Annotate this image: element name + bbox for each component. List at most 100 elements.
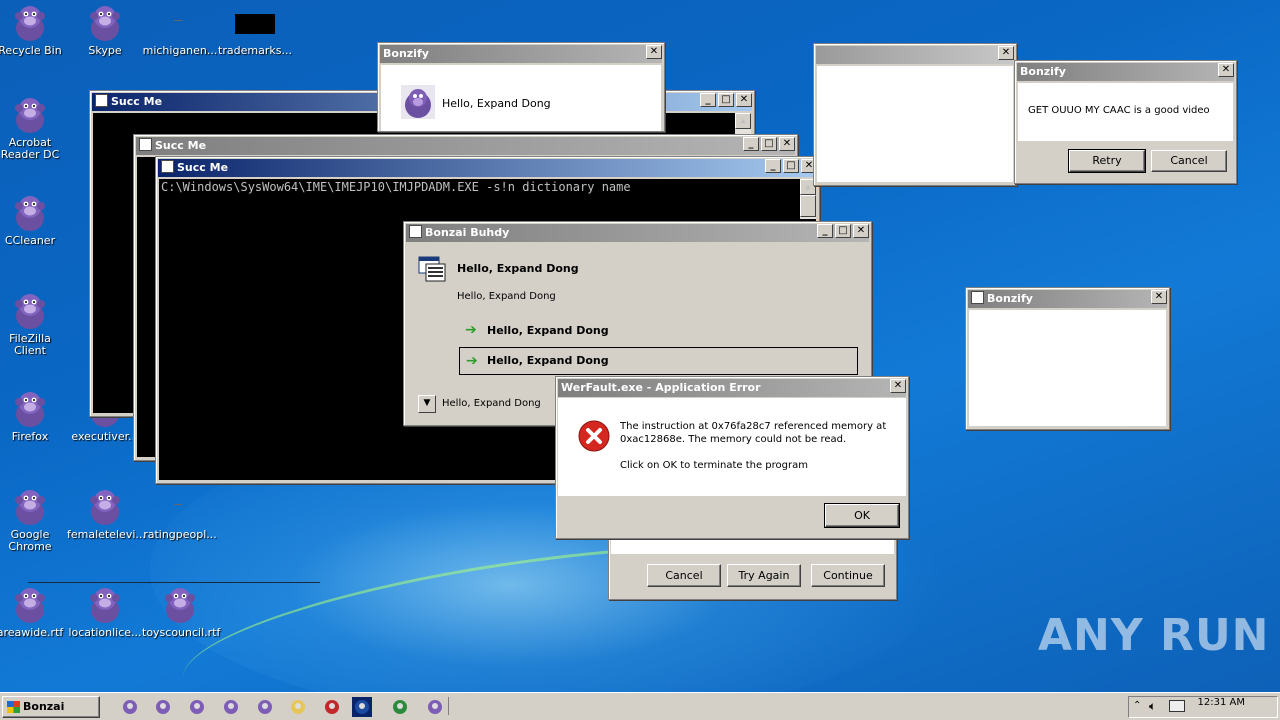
continue-button[interactable]: Continue [811, 564, 885, 587]
anyrun-watermark: ANY RUN [1038, 610, 1270, 661]
bonzify-titlebar[interactable]: Bonzify [380, 45, 662, 63]
bonzi-monkey-icon [90, 6, 120, 41]
error-message-line-1: The instruction at 0x76fa28c7 referenced… [620, 421, 887, 432]
window-title: Succ Me [155, 139, 207, 152]
bonzi-taskbar-icon[interactable] [187, 697, 207, 717]
desktop-icon[interactable]: Recycle Bin [0, 2, 68, 57]
bonzi-taskbar-icon[interactable] [120, 697, 140, 717]
window-title: Bonzai Buhdy [425, 226, 510, 239]
system-tray: ⌃ 🔈︎ 12:31 AM [1128, 696, 1278, 718]
desktop-icon-label: femaletelevi... [67, 528, 146, 541]
close-button[interactable]: ✕ [890, 379, 906, 393]
maximize-button[interactable]: □ [783, 159, 799, 173]
desktop-icon[interactable]: Firefox [0, 388, 68, 443]
minimize-button[interactable]: _ [817, 224, 833, 238]
desktop-icon-label: trademarks... [218, 44, 292, 57]
cancel-button[interactable]: Cancel [647, 564, 721, 587]
succ-me-titlebar-3[interactable]: Succ Me [158, 159, 817, 177]
blank-titlebar[interactable] [816, 46, 1014, 64]
desktop-icon[interactable]: CCleaner [0, 192, 68, 247]
file-icon [174, 504, 182, 505]
close-button[interactable]: ✕ [853, 224, 869, 238]
green-arrow-icon: ➔ [466, 353, 478, 369]
desktop-icon-label: Acrobat Reader DC [0, 136, 60, 161]
command-link-2[interactable]: ➔ Hello, Expand Dong [459, 347, 858, 375]
bonzi-taskbar-icon[interactable] [221, 697, 241, 717]
desktop-icon-label: Google Chrome [8, 528, 52, 553]
details-toggle[interactable]: ▼ Hello, Expand Dong [416, 393, 556, 415]
desktop-icon[interactable]: michiganen... [142, 2, 218, 57]
minimize-button[interactable]: _ [700, 93, 716, 107]
desktop-icon[interactable]: Acrobat Reader DC [0, 94, 68, 161]
window-title: Bonzify [1020, 65, 1066, 78]
bonzify-message-window[interactable]: Bonzify ✕ Hello, Expand Dong [377, 42, 665, 132]
dialog-heading: Hello, Expand Dong [457, 262, 579, 275]
desktop-icon[interactable]: femaletelevi... [67, 486, 146, 541]
bonzify-retry-window[interactable]: Bonzify ✕ GET OUUO MY CAAC is a good vid… [1014, 60, 1237, 184]
bonzi-taskbar-icon[interactable] [255, 697, 275, 717]
bonzify-titlebar[interactable]: Bonzify [1017, 63, 1234, 81]
maximize-button[interactable]: □ [718, 93, 734, 107]
scroll-thumb[interactable] [800, 195, 816, 217]
close-button[interactable]: ✕ [1151, 290, 1167, 304]
minimize-button[interactable]: _ [765, 159, 781, 173]
window-title: Succ Me [177, 161, 229, 174]
close-button[interactable]: ✕ [736, 93, 752, 107]
network-icon[interactable] [1169, 700, 1185, 712]
desktop-icon[interactable]: toyscouncil.rtf [142, 584, 220, 639]
show-hidden-icons-icon[interactable]: ⌃ [1133, 700, 1141, 711]
clock[interactable]: 12:31 AM [1198, 697, 1245, 709]
message-body: GET OUUO MY CAAC is a good video [1018, 83, 1233, 141]
bonzi-monkey-icon [15, 490, 45, 525]
close-button[interactable]: ✕ [998, 46, 1014, 60]
bonzi-avatar-icon [401, 85, 435, 119]
desktop-icon[interactable]: Skype [67, 2, 143, 57]
scroll-up-icon[interactable]: ▲ [735, 113, 751, 129]
bonzi-taskbar-icon[interactable] [153, 697, 173, 717]
desktop-icon[interactable]: ratingpeopl... [142, 486, 218, 541]
chevron-down-icon[interactable]: ▼ [418, 395, 436, 413]
document-thumbnail-icon [235, 14, 275, 34]
dialog-subtext: Hello, Expand Dong [457, 291, 556, 302]
volume-icon[interactable]: 🔈︎ [1149, 699, 1156, 714]
bonzify-small-window[interactable]: Bonzify ✕ [965, 287, 1170, 430]
close-button[interactable]: ✕ [1218, 63, 1234, 77]
try-again-button[interactable]: Try Again [727, 564, 801, 587]
command-link-1[interactable]: ➔ Hello, Expand Dong [459, 318, 857, 344]
ok-button[interactable]: OK [824, 503, 900, 528]
display-taskbar-icon[interactable] [352, 697, 372, 717]
close-button[interactable]: ✕ [646, 45, 662, 59]
maximize-button[interactable]: □ [835, 224, 851, 238]
start-button[interactable]: Bonzai Buhdy [2, 696, 100, 718]
desktop-icon[interactable]: areawide.rtf [0, 584, 68, 639]
error-message-line-2: 0xac12868e. The memory could not be read… [620, 434, 847, 445]
werfault-titlebar[interactable]: WerFault.exe - Application Error [558, 379, 906, 397]
bonzify-titlebar[interactable]: Bonzify [968, 290, 1167, 308]
desktop-icon[interactable]: trademarks... [217, 2, 293, 57]
window-body [817, 66, 1013, 182]
folder-taskbar-icon[interactable] [288, 697, 308, 717]
bonzi-monkey-icon [15, 392, 45, 427]
window-title: WerFault.exe - Application Error [561, 381, 761, 394]
acrobat-taskbar-icon[interactable] [322, 697, 342, 717]
app-icon [409, 225, 422, 238]
bonzi-taskbar-icon[interactable] [425, 697, 445, 717]
bonzi-monkey-icon [15, 98, 45, 133]
cancel-button[interactable]: Cancel [1151, 150, 1227, 172]
desktop-icon[interactable]: locationlice... [67, 584, 143, 639]
bonzai-buhdy-titlebar[interactable]: Bonzai Buhdy [406, 224, 869, 242]
desktop-icon[interactable]: Google Chrome [0, 486, 68, 553]
blank-window[interactable]: ✕ [813, 43, 1017, 186]
minimize-button[interactable]: _ [743, 137, 759, 151]
close-button[interactable]: ✕ [779, 137, 795, 151]
succ-me-titlebar-2[interactable]: Succ Me [136, 137, 795, 155]
desktop-icon[interactable]: FileZilla Client [0, 290, 68, 357]
maximize-button[interactable]: □ [761, 137, 777, 151]
command-link-label: Hello, Expand Dong [487, 324, 609, 337]
checkmark-taskbar-icon[interactable] [390, 697, 410, 717]
retry-button[interactable]: Retry [1068, 149, 1146, 173]
desktop-icon-label: areawide.rtf [0, 626, 64, 639]
bonzi-monkey-icon [15, 588, 45, 623]
werfault-error-dialog[interactable]: WerFault.exe - Application Error ✕ The i… [555, 376, 909, 539]
error-icon [578, 420, 610, 452]
